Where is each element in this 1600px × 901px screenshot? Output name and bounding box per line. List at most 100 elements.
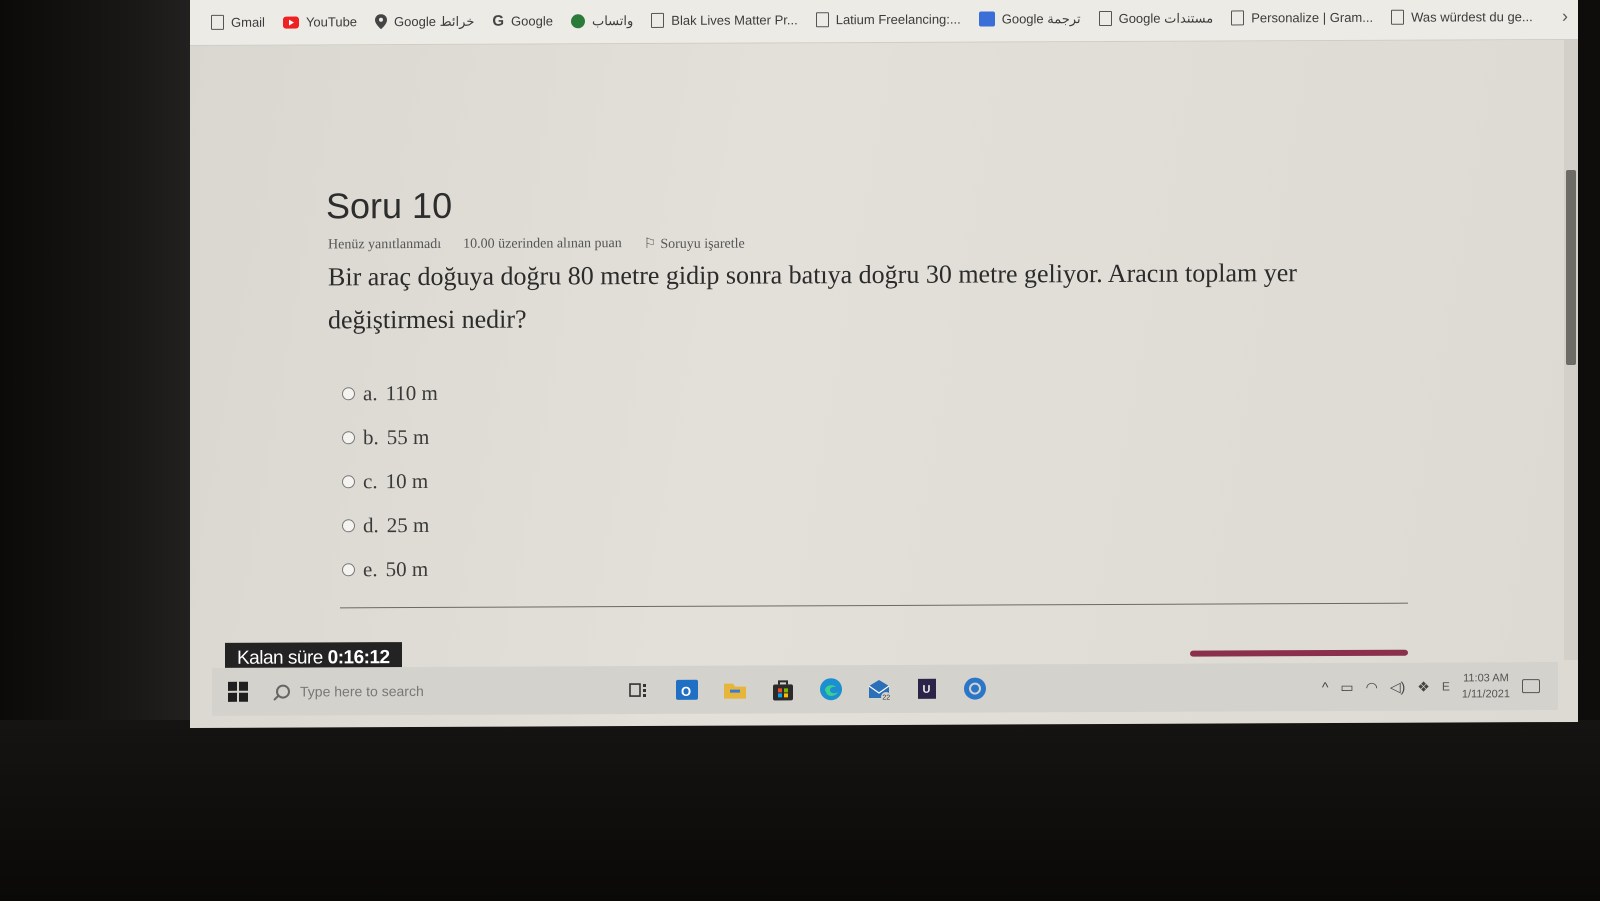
question-text: Bir araç doğuya doğru 80 metre gidip son… [328, 258, 1297, 335]
answer-option-e[interactable]: e. 50 m [342, 547, 438, 591]
dropbox-icon[interactable]: ❖ [1417, 678, 1430, 695]
question-points: 10.00 üzerinden alınan puan [463, 236, 622, 252]
option-value: 110 m [385, 380, 438, 405]
system-tray: ^ ▭ ◠ ◁) ❖ E 11:03 AM 1/11/2021 [1322, 670, 1540, 703]
option-value: 55 m [386, 424, 430, 449]
bookmark-google[interactable]: G Google [483, 6, 562, 36]
bookmark-personalize[interactable]: Personalize | Gram... [1222, 2, 1382, 33]
option-value: 25 m [386, 512, 430, 537]
option-value: 50 m [385, 556, 429, 581]
bookmark-label: Gmail [231, 14, 265, 30]
doc-icon [1098, 10, 1112, 27]
option-letter: e. [363, 556, 378, 581]
option-value: 10 m [385, 468, 429, 493]
bookmark-label: YouTube [305, 14, 358, 30]
bookmark-label: Blak Lives Matter Pr... [671, 12, 798, 28]
search-icon [276, 684, 290, 699]
answer-option-b[interactable]: b. 55 m [342, 415, 438, 459]
bookmark-label: Google مستندات [1118, 10, 1214, 26]
battery-icon[interactable]: ▭ [1340, 678, 1353, 695]
whatsapp-icon [570, 13, 585, 28]
store-icon[interactable] [770, 676, 796, 702]
radio-button[interactable] [342, 474, 355, 488]
question-divider [340, 602, 1408, 609]
maps-pin-icon [375, 14, 388, 30]
radio-button[interactable] [342, 386, 355, 400]
answer-option-c[interactable]: c. 10 m [342, 459, 438, 503]
bookmarks-bar: Gmail YouTube Google خرائط G Google واتس… [190, 0, 1578, 47]
scrollbar-thumb[interactable] [1566, 169, 1576, 365]
page-scrollbar[interactable] [1564, 39, 1578, 661]
radio-button[interactable] [342, 562, 355, 576]
taskbar-search-box[interactable]: Type here to search [276, 682, 596, 700]
notification-center-icon[interactable] [1522, 679, 1540, 694]
bookmark-label: Was würdest du ge... [1411, 9, 1533, 25]
search-placeholder: Type here to search [300, 682, 424, 700]
navigation-accent-bar [1190, 649, 1408, 657]
timer-label: Kalan süre [237, 647, 323, 669]
google-icon: G [492, 12, 505, 30]
radio-button[interactable] [342, 518, 355, 532]
answer-option-d[interactable]: d. 25 m [342, 503, 438, 547]
outlook-icon[interactable]: O [674, 677, 700, 703]
bookmark-label: Google ترجمة [1001, 10, 1081, 26]
youtube-icon [282, 16, 299, 29]
bookmark-was-wuerdest[interactable]: Was würdest du ge... [1382, 2, 1542, 33]
windows-start-icon[interactable] [228, 681, 248, 702]
question-status: Henüz yanıtlanmadı [328, 236, 442, 253]
svg-text:U: U [923, 684, 931, 696]
bookmark-label: Google خرائط [394, 13, 475, 29]
clock-date: 1/11/2021 [1461, 688, 1510, 701]
answer-options: a. 110 m b. 55 m c. 10 m d. 25 m e. 50 m [342, 371, 438, 591]
app-u-icon[interactable]: U [914, 676, 940, 702]
option-letter: d. [363, 512, 379, 537]
edge-browser-icon[interactable] [818, 676, 844, 702]
doc-icon [815, 12, 829, 28]
screen: Gmail YouTube Google خرائط G Google واتس… [190, 0, 1578, 729]
bookmark-google-maps[interactable]: Google خرائط [366, 6, 483, 37]
answer-option-a[interactable]: a. 110 m [342, 371, 438, 415]
question-info: Henüz yanıtlanmadı 10.00 üzerinden alına… [328, 236, 745, 255]
timer-value: 0:16:12 [327, 647, 390, 669]
flag-question-link[interactable]: ⚐ Soruyu işaretle [644, 236, 745, 253]
bookmark-label: Personalize | Gram... [1251, 9, 1374, 26]
radio-button[interactable] [342, 430, 355, 444]
taskbar-clock[interactable]: 11:03 AM 1/11/2021 [1462, 670, 1510, 702]
svg-text:O: O [681, 684, 691, 699]
chrome-icon[interactable] [962, 676, 988, 702]
task-view-icon[interactable] [626, 677, 652, 703]
doc-icon [1231, 10, 1245, 26]
bookmark-gmail[interactable]: Gmail [202, 7, 274, 37]
mail-badge-count: 22 [882, 694, 890, 701]
doc-icon [1391, 9, 1405, 25]
bookmark-blm[interactable]: Blak Lives Matter Pr... [642, 5, 806, 36]
option-letter: c. [363, 468, 378, 493]
bookmark-whatsapp[interactable]: واتساب [562, 6, 642, 36]
bookmark-google-translate[interactable]: Google ترجمة [970, 4, 1090, 35]
bookmark-google-docs[interactable]: Google مستندات [1090, 3, 1223, 34]
monitor-bezel-bottom [0, 720, 1600, 901]
taskbar-apps: O 22 U [626, 676, 988, 704]
option-letter: a. [363, 380, 378, 405]
option-letter: b. [363, 424, 379, 449]
bookmark-label: Latium Freelancing:... [835, 11, 961, 28]
flag-icon: ⚐ [643, 236, 657, 253]
wifi-icon[interactable]: ◠ [1366, 678, 1378, 695]
bookmark-label: واتساب [591, 12, 634, 28]
input-language[interactable]: E [1442, 680, 1450, 694]
mail-icon[interactable]: 22 [866, 676, 892, 702]
bookmark-youtube[interactable]: YouTube [274, 7, 366, 37]
doc-icon [651, 12, 665, 28]
file-explorer-icon[interactable] [722, 677, 748, 703]
translate-icon [978, 11, 995, 27]
windows-taskbar: Type here to search O 22 U ^ ▭ ◠ ◁) ❖ E … [212, 662, 1558, 716]
clock-time: 11:03 AM [1463, 672, 1509, 685]
bookmark-label: Google [511, 13, 553, 29]
bookmark-latium[interactable]: Latium Freelancing:... [807, 4, 970, 35]
chevron-up-icon[interactable]: ^ [1322, 679, 1329, 695]
question-title: Soru 10 [326, 184, 453, 227]
flag-label: Soruyu işaretle [660, 236, 745, 252]
chevron-right-icon[interactable]: › [1562, 6, 1568, 27]
volume-icon[interactable]: ◁) [1390, 678, 1405, 695]
doc-icon [211, 14, 224, 30]
